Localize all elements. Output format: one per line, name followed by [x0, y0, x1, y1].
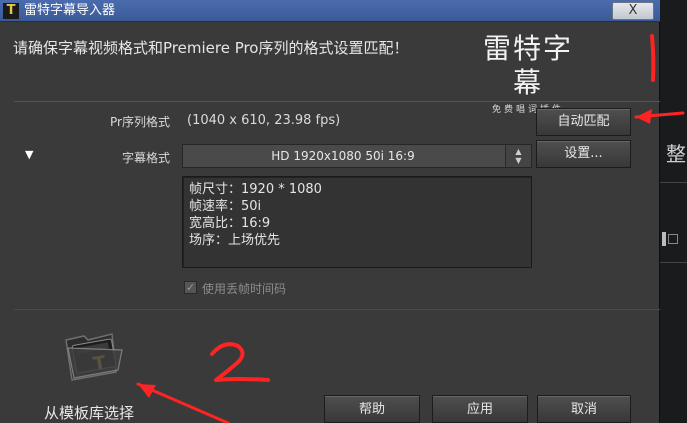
drop-frame-label: 使用丢帧时间码	[202, 282, 287, 296]
auto-match-button[interactable]: 自动匹配	[536, 108, 631, 136]
subtitle-importer-dialog: T 雷特字幕导入器 X 请确保字幕视频格式和Premiere Pro序列的格式设…	[0, 0, 660, 423]
background-marker	[662, 232, 666, 246]
brand-logo: 雷特字幕 免费唱词插件	[478, 32, 578, 115]
background-marker	[668, 234, 678, 244]
subtitle-format-select[interactable]: HD 1920x1080 50i 16:9 ▲ ▼	[182, 144, 532, 168]
format-details-box: 帧尺寸：1920 * 1080 帧速率：50i 宽高比：16:9 场序：上场优先	[182, 176, 532, 268]
apply-button[interactable]: 应用	[432, 395, 528, 423]
frame-rate-text: 帧速率：50i	[189, 199, 262, 214]
background-divider	[660, 182, 687, 183]
template-library-label[interactable]: 从模板库选择	[44, 402, 134, 423]
drop-frame-checkbox[interactable]: ✓	[184, 281, 197, 294]
background-panel: 整	[660, 0, 687, 423]
background-divider	[660, 262, 687, 263]
cancel-button[interactable]: 取消	[537, 395, 631, 423]
template-folder-icon[interactable]: T	[62, 326, 128, 384]
help-button[interactable]: 帮助	[324, 395, 420, 423]
settings-button[interactable]: 设置...	[536, 140, 631, 168]
app-icon: T	[3, 3, 19, 19]
field-order-text: 场序：上场优先	[189, 233, 281, 248]
aspect-ratio-text: 宽高比：16:9	[189, 216, 271, 231]
frame-size-text: 帧尺寸：1920 * 1080	[189, 182, 322, 197]
expand-triangle-icon[interactable]: ▼	[25, 148, 33, 161]
sequence-format-label: Pr序列格式	[110, 115, 170, 129]
title-bar[interactable]: T 雷特字幕导入器 X	[0, 0, 660, 22]
subtitle-format-selected: HD 1920x1080 50i 16:9	[271, 149, 415, 163]
window-title: 雷特字幕导入器	[24, 3, 116, 18]
close-button[interactable]: X	[612, 2, 654, 20]
header-divider	[14, 101, 660, 102]
up-down-arrows-icon[interactable]: ▲ ▼	[505, 145, 531, 167]
sequence-format-value: (1040 x 610, 23.98 fps)	[187, 113, 341, 128]
logo-main-text: 雷特字幕	[482, 32, 573, 99]
footer-divider	[14, 309, 660, 310]
background-text-fragment: 整	[666, 142, 686, 166]
subtitle-format-label: 字幕格式	[121, 151, 170, 165]
format-warning-message: 请确保字幕视频格式和Premiere Pro序列的格式设置匹配！	[13, 39, 409, 57]
